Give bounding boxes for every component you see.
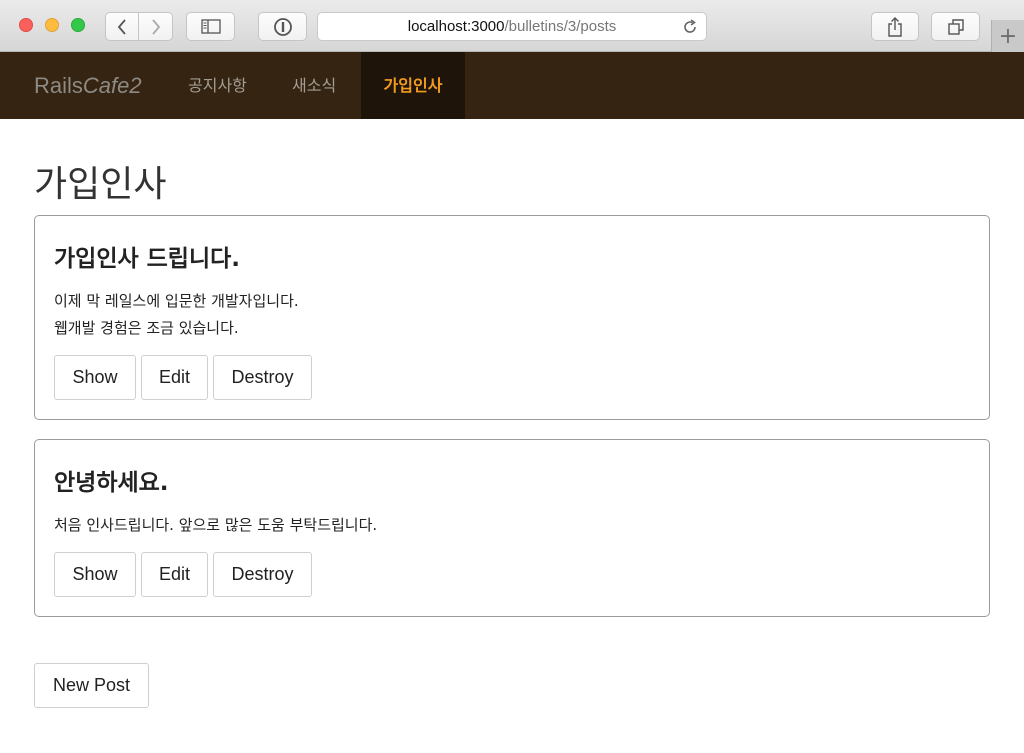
share-icon: [888, 16, 902, 37]
address-path: /bulletins/3/posts: [504, 18, 617, 35]
new-post-button[interactable]: New Post: [34, 663, 149, 708]
post-card: 가입인사 드립니다. 이제 막 레일스에 입문한 개발자입니다. 웹개발 경험은…: [34, 215, 990, 420]
edit-button[interactable]: Edit: [141, 552, 208, 597]
minimize-window-button[interactable]: [45, 18, 59, 32]
show-button[interactable]: Show: [54, 355, 136, 400]
chevron-right-icon: [151, 18, 160, 35]
new-tab-button[interactable]: +: [991, 20, 1024, 52]
key-icon: [273, 17, 292, 36]
nav-item-greetings[interactable]: 가입인사: [361, 52, 465, 119]
zoom-window-button[interactable]: [71, 18, 85, 32]
post-body: 처음 인사드립니다. 앞으로 많은 도움 부탁드립니다.: [54, 512, 377, 539]
post-body: 이제 막 레일스에 입문한 개발자입니다. 웹개발 경험은 조금 있습니다.: [54, 288, 299, 342]
post-body-line: 이제 막 레일스에 입문한 개발자입니다.: [54, 292, 299, 310]
nav-item-notices[interactable]: 공지사항: [170, 52, 265, 119]
plus-icon: +: [998, 23, 1018, 49]
post-title: 가입인사 드립니다.: [54, 246, 241, 272]
post-title: 안녕하세요.: [54, 470, 169, 496]
destroy-button[interactable]: Destroy: [213, 552, 312, 597]
back-button[interactable]: [105, 12, 139, 41]
forward-button[interactable]: [139, 12, 173, 41]
reload-icon[interactable]: [682, 19, 698, 39]
tabs-overview-button[interactable]: [931, 12, 980, 41]
sidebar-button[interactable]: [186, 12, 235, 41]
share-button[interactable]: [871, 12, 919, 41]
destroy-button[interactable]: Destroy: [213, 355, 312, 400]
show-button[interactable]: Show: [54, 552, 136, 597]
brand-logo[interactable]: RailsCafe2: [34, 52, 142, 119]
site-navbar: RailsCafe2 공지사항 새소식 가입인사: [0, 52, 1024, 119]
address-host: localhost:3000: [407, 18, 505, 35]
brand-name-italic: Cafe2: [82, 73, 142, 98]
close-window-button[interactable]: [19, 18, 33, 32]
post-card: 안녕하세요. 처음 인사드립니다. 앞으로 많은 도움 부탁드립니다. Show…: [34, 439, 990, 617]
chevron-left-icon: [117, 18, 126, 35]
post-body-line: 웹개발 경험은 조금 있습니다.: [54, 319, 239, 337]
nav-item-news[interactable]: 새소식: [274, 52, 354, 119]
sidebar-icon: [200, 19, 221, 34]
address-bar[interactable]: localhost:3000/bulletins/3/posts: [317, 12, 707, 41]
edit-button[interactable]: Edit: [141, 355, 208, 400]
password-button[interactable]: [258, 12, 307, 41]
tabs-icon: [947, 18, 964, 35]
page-title: 가입인사: [34, 164, 167, 205]
browser-toolbar: localhost:3000/bulletins/3/posts +: [0, 0, 1024, 52]
brand-name-plain: Rails: [34, 73, 83, 98]
post-body-line: 처음 인사드립니다. 앞으로 많은 도움 부탁드립니다.: [54, 516, 378, 534]
